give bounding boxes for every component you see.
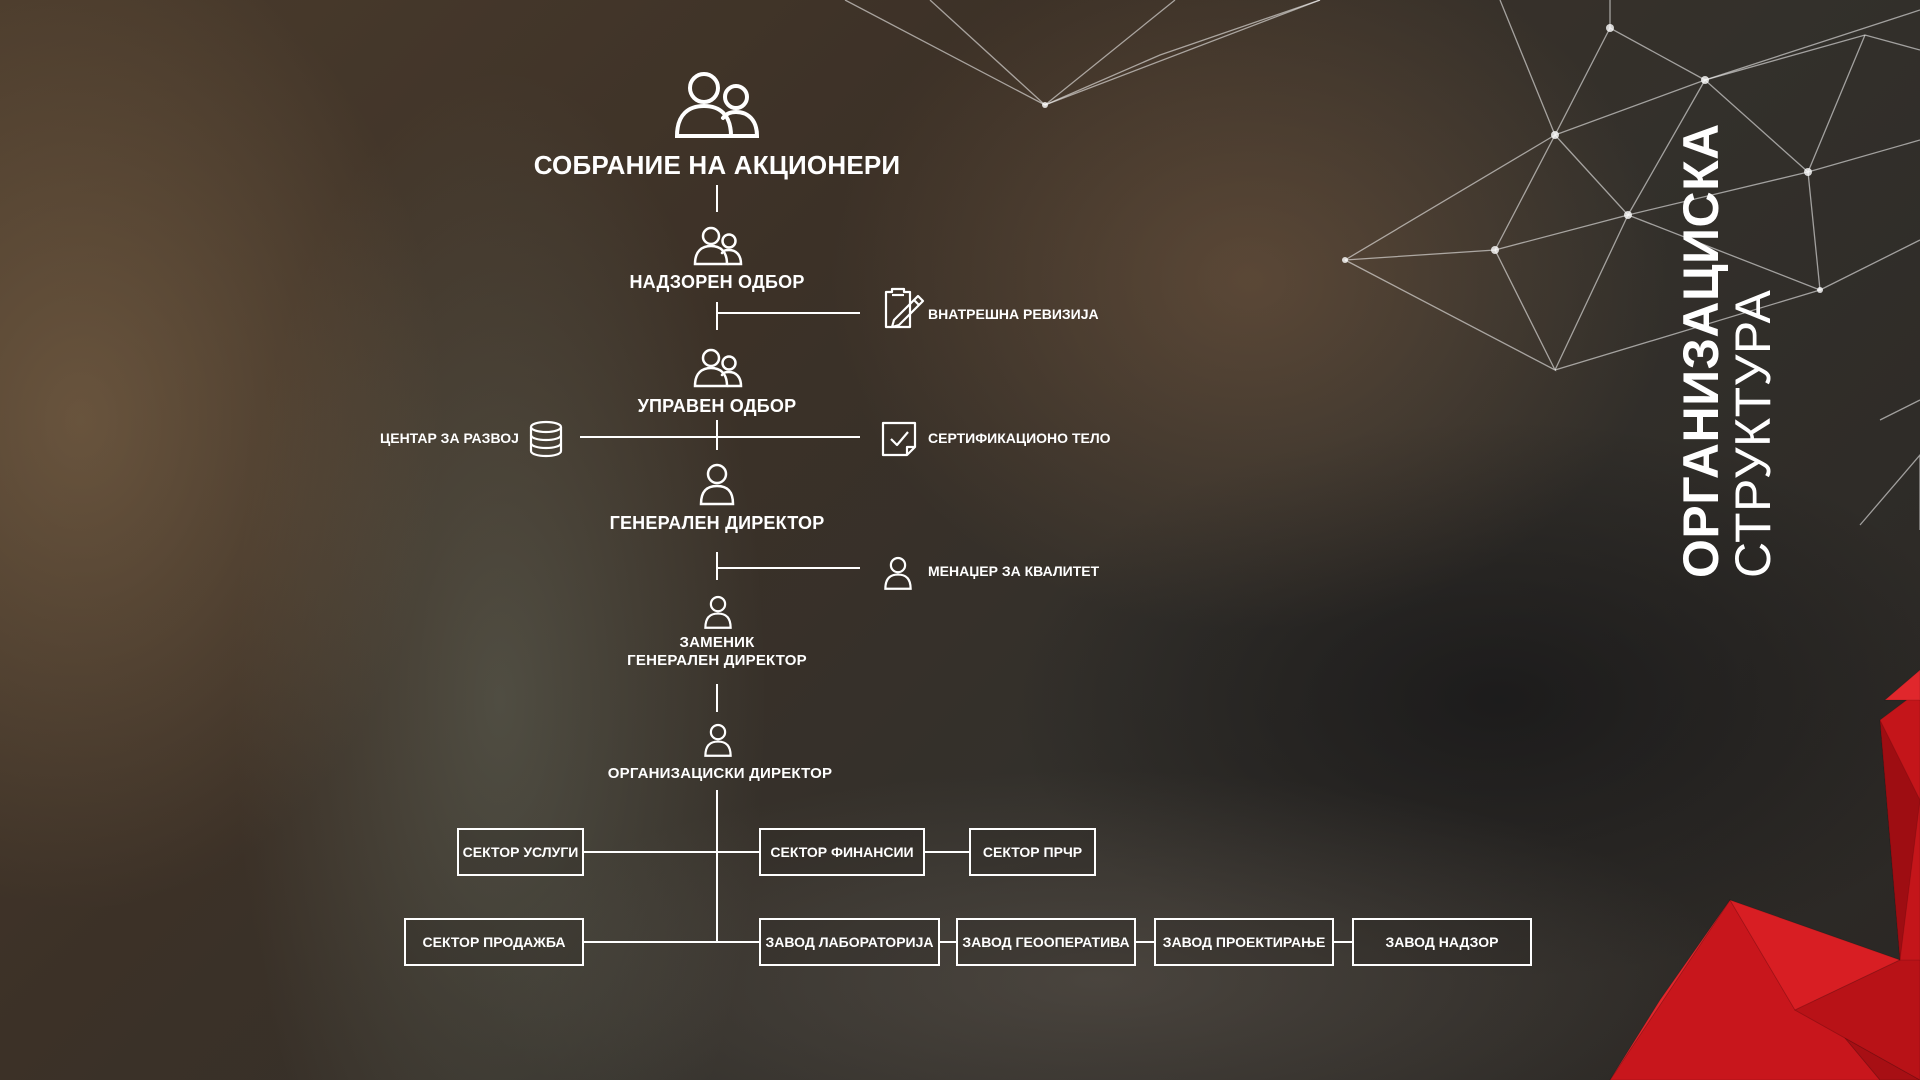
user-icon [704,723,732,757]
sector-hr-box: СЕКТОР ПРЧР [969,828,1096,876]
deputy-director-line2: ГЕНЕРАЛЕН ДИРЕКТОР [627,652,807,669]
users-group-icon [693,348,743,388]
clipboard-pen-icon [884,287,925,329]
deputy-director-line1: ЗАМЕНИК [679,634,755,651]
users-group-icon [693,226,743,266]
page-title: ОРГАНИЗАЦИСКА СТРУКТУРА [1673,123,1781,578]
development-center-label: ЦЕНТАР ЗА РАЗВОЈ [380,430,519,446]
checkbox-document-icon [881,421,917,457]
user-icon [884,556,912,590]
supervisory-board-label: НАДЗОРЕН ОДБОР [629,272,805,292]
users-group-icon [674,72,760,138]
management-board-label: УПРАВЕН ОДБОР [637,396,797,416]
institute-design-box: ЗАВОД ПРОЕКТИРАЊЕ [1154,918,1334,966]
certification-body-label: СЕРТИФИКАЦИОНО ТЕЛО [928,430,1111,446]
institute-geooperations-box: ЗАВОД ГЕООПЕРАТИВА [956,918,1136,966]
shareholders-assembly-label: СОБРАНИЕ НА АКЦИОНЕРИ [533,150,901,180]
user-icon [704,595,732,629]
database-icon [529,420,563,458]
page-title-line2: СТРУКТУРА [1725,289,1781,578]
deputy-director-label: ЗАМЕНИК ГЕНЕРАЛЕН ДИРЕКТОР [627,634,807,670]
organizational-director-label: ОРГАНИЗАЦИСКИ ДИРЕКТОР [607,765,833,782]
user-icon [699,463,735,506]
sector-finance-box: СЕКТОР ФИНАНСИИ [759,828,925,876]
quality-manager-label: МЕНАЏЕР ЗА КВАЛИТЕТ [928,563,1100,579]
institute-supervision-box: ЗАВОД НАДЗОР [1352,918,1532,966]
institute-laboratory-box: ЗАВОД ЛАБОРАТОРИЈА [759,918,940,966]
sector-services-box: СЕКТОР УСЛУГИ [457,828,584,876]
page-title-line1: ОРГАНИЗАЦИСКА [1673,123,1729,578]
internal-audit-label: ВНАТРЕШНА РЕВИЗИЈА [928,306,1099,322]
general-director-label: ГЕНЕРАЛЕН ДИРЕКТОР [609,513,825,533]
sector-sales-box: СЕКТОР ПРОДАЖБА [404,918,584,966]
